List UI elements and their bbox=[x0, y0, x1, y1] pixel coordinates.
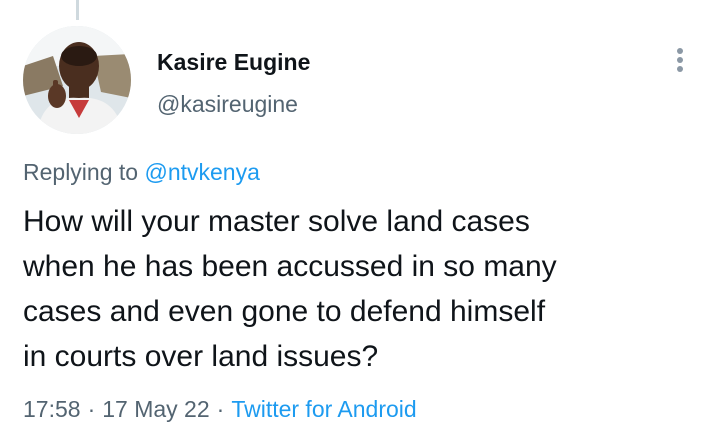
tweet-text-line: cases and even gone to defend himself bbox=[23, 295, 546, 328]
author-handle[interactable]: @kasireugine bbox=[157, 89, 310, 119]
avatar[interactable] bbox=[23, 26, 131, 134]
tweet-text-line: How will your master solve land cases bbox=[23, 205, 530, 238]
tweet-text-line: when he has been accussed in so many bbox=[23, 250, 557, 283]
more-vertical-icon-dot bbox=[677, 66, 683, 72]
tweet-meta: 17:58 · 17 May 22 · Twitter for Android bbox=[23, 394, 417, 424]
more-vertical-icon-dot bbox=[677, 57, 683, 63]
tweet-card: Kasire Eugine @kasireugine Replying to @… bbox=[0, 0, 720, 439]
more-options-button[interactable] bbox=[668, 42, 692, 78]
tweet-date[interactable]: 17 May 22 bbox=[102, 396, 209, 422]
tweet-source-link[interactable]: Twitter for Android bbox=[231, 396, 416, 422]
more-vertical-icon bbox=[677, 48, 683, 54]
tweet-time[interactable]: 17:58 bbox=[23, 396, 81, 422]
thread-connector-line bbox=[76, 0, 79, 20]
tweet-text-line: in courts over land issues? bbox=[23, 340, 379, 373]
reply-mention-link[interactable]: @ntvkenya bbox=[144, 159, 259, 185]
replying-to-line: Replying to @ntvkenya bbox=[23, 157, 260, 187]
tweet-text: How will your master solve land cases wh… bbox=[23, 199, 703, 379]
replying-to-label: Replying to bbox=[23, 159, 139, 185]
author-display-name[interactable]: Kasire Eugine bbox=[157, 47, 310, 77]
meta-separator: · bbox=[87, 396, 96, 422]
profile-photo bbox=[23, 26, 131, 134]
author-info: Kasire Eugine @kasireugine bbox=[157, 47, 310, 119]
meta-separator: · bbox=[216, 396, 225, 422]
